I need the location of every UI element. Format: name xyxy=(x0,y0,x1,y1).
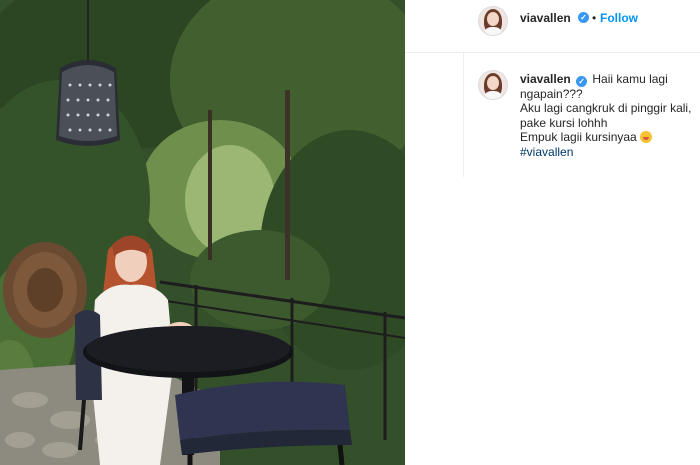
avatar[interactable] xyxy=(478,6,508,36)
post-photo[interactable] xyxy=(0,0,405,465)
photo-scene xyxy=(0,0,405,465)
verified-badge-icon: ✓ xyxy=(576,76,588,87)
caption-line-1: Haii kamu lagi xyxy=(592,72,668,86)
caption-line-3: Aku lagi cangkruk di pinggir kali, xyxy=(520,101,692,115)
separator-dot: • xyxy=(592,11,597,25)
panel-divider xyxy=(463,52,464,177)
header-username[interactable]: viavallen xyxy=(520,11,571,25)
post-header: viavallen ✓ • Follow xyxy=(405,0,700,53)
caption-line-5: Empuk lagii kursinyaa xyxy=(520,130,637,144)
post-sidebar: viavallen ✓ • Follow xyxy=(405,0,700,465)
verified-badge-icon: ✓ xyxy=(578,12,589,23)
caption: viavallen ✓ Haii kamu lagi ngapain??? Ak… xyxy=(520,72,700,159)
caption-username[interactable]: viavallen xyxy=(520,72,571,86)
caption-line-4: pake kursi lohhh xyxy=(520,115,608,130)
hashtag-link[interactable]: #viavallen xyxy=(520,145,700,160)
yum-face-emoji-icon xyxy=(640,131,653,143)
caption-line-2: ngapain??? xyxy=(520,86,583,101)
follow-button[interactable]: Follow xyxy=(600,11,638,25)
caption-avatar[interactable] xyxy=(478,70,508,100)
